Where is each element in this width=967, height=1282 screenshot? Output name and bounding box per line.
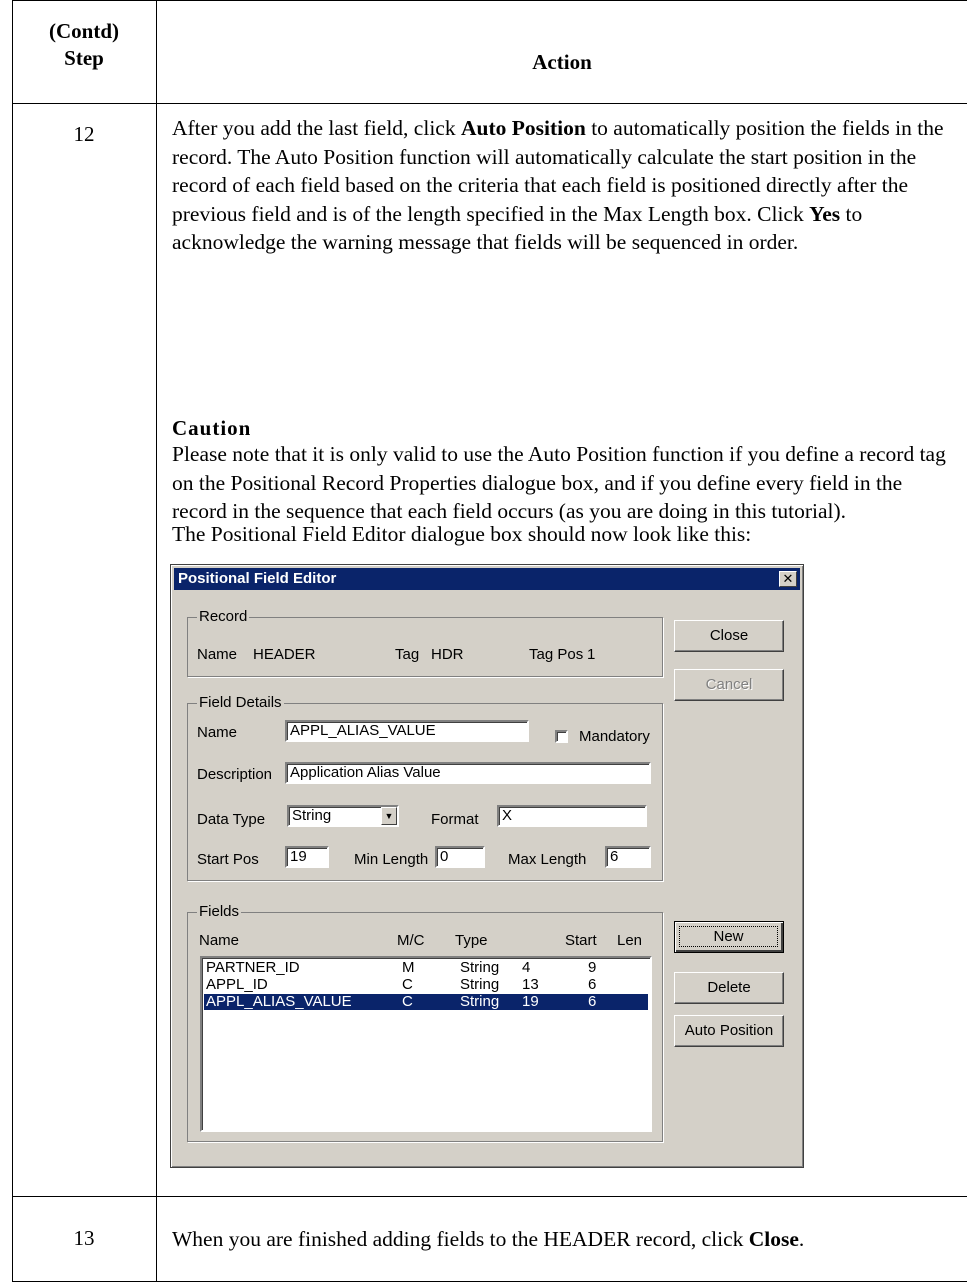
step13-paragraph: When you are finished adding fields to t… — [172, 1225, 962, 1254]
step12-paragraph: After you add the last field, click Auto… — [172, 114, 962, 257]
bold-text: Close — [748, 1227, 799, 1251]
list-item-len: 9 — [588, 959, 597, 976]
step-number-12: 12 — [73, 122, 95, 146]
new-button-label: New — [679, 926, 778, 947]
record-tag-label: Tag — [395, 646, 420, 663]
bold-text: Yes — [809, 201, 841, 226]
mandatory-label: Mandatory — [579, 728, 650, 745]
auto-position-button[interactable]: Auto Position — [674, 1015, 784, 1047]
record-tagpos-value: 1 — [587, 646, 596, 663]
description-label: Description — [197, 766, 273, 783]
delete-button[interactable]: Delete — [674, 972, 784, 1004]
column-header-start: Start — [565, 932, 597, 949]
column-header-len: Len — [617, 932, 643, 949]
cancel-button[interactable]: Cancel — [674, 669, 784, 701]
header-action: Action — [532, 50, 592, 74]
column-header-mc: M/C — [397, 932, 425, 949]
step-number-13: 13 — [73, 1226, 95, 1250]
caution-title: Caution — [172, 416, 252, 440]
dialog-lead-in: The Positional Field Editor dialogue box… — [172, 522, 752, 546]
record-name-label: Name — [197, 646, 238, 663]
list-item[interactable]: APPL_ALIAS_VALUE C String 19 6 — [204, 994, 648, 1010]
description-input[interactable]: Application Alias Value — [285, 762, 651, 784]
list-item-start: 19 — [522, 993, 539, 1010]
mandatory-checkbox[interactable] — [555, 730, 568, 743]
text-run: . — [798, 1227, 805, 1251]
list-item-name: PARTNER_ID — [206, 959, 300, 976]
new-button[interactable]: New — [674, 921, 784, 953]
dialog-title: Positional Field Editor — [178, 570, 337, 587]
list-item-type: String — [460, 993, 500, 1010]
maxlength-input[interactable]: 6 — [605, 846, 651, 868]
field-details-group-label: Field Details — [197, 694, 284, 711]
format-input[interactable]: X — [497, 805, 647, 827]
minlength-label: Min Length — [354, 851, 429, 868]
caution-text: Please note that it is only valid to use… — [172, 442, 946, 523]
minlength-input[interactable]: 0 — [435, 846, 485, 868]
text-run: When you are finished adding fields to t… — [172, 1227, 749, 1251]
list-item[interactable]: APPL_ID C String 13 6 — [204, 977, 648, 993]
list-item-name: APPL_ID — [206, 976, 268, 993]
datatype-label: Data Type — [197, 811, 266, 828]
table-left-border — [12, 0, 13, 1282]
list-item-len: 6 — [588, 976, 597, 993]
close-icon[interactable]: ✕ — [779, 571, 797, 587]
field-name-label: Name — [197, 724, 238, 741]
header-step-text: (Contd) Step — [48, 19, 119, 70]
list-item-start: 13 — [522, 976, 539, 993]
maxlength-label: Max Length — [508, 851, 587, 868]
list-item-mc: C — [402, 993, 413, 1010]
startpos-label: Start Pos — [197, 851, 259, 868]
list-item-type: String — [460, 959, 500, 976]
startpos-input[interactable]: 19 — [285, 846, 329, 868]
record-tagpos-label: Tag Pos — [529, 646, 584, 663]
fields-list[interactable]: PARTNER_ID M String 4 9 APPL_ID C String 13 6 APPL… — [200, 956, 652, 1132]
list-item-mc: M — [402, 959, 415, 976]
record-group-label: Record — [197, 608, 250, 625]
format-label: Format — [431, 811, 479, 828]
field-name-input[interactable]: APPL_ALIAS_VALUE — [285, 720, 529, 742]
list-item[interactable]: PARTNER_ID M String 4 9 — [204, 960, 648, 976]
datatype-select-value: String — [292, 807, 332, 824]
list-item-type: String — [460, 976, 500, 993]
record-tag-value: HDR — [431, 646, 464, 663]
close-button[interactable]: Close — [674, 620, 784, 652]
positional-field-editor-dialog: Positional Field Editor ✕ Record Name HE… — [170, 564, 804, 1168]
column-header-name: Name — [199, 932, 240, 949]
column-divider — [156, 0, 157, 1282]
record-name-value: HEADER — [253, 646, 316, 663]
column-header-type: Type — [455, 932, 488, 949]
list-item-mc: C — [402, 976, 413, 993]
fields-group-label: Fields — [197, 903, 242, 920]
datatype-select[interactable]: String ▼ — [287, 805, 399, 827]
bold-text: Auto Position — [460, 116, 586, 140]
dialog-titlebar: Positional Field Editor ✕ — [174, 568, 800, 590]
text-run: After you add the last field, click — [172, 116, 461, 140]
list-item-len: 6 — [588, 993, 597, 1010]
chevron-down-icon[interactable]: ▼ — [381, 807, 397, 825]
list-item-start: 4 — [522, 959, 531, 976]
list-item-name: APPL_ALIAS_VALUE — [206, 993, 352, 1010]
header-step: (Contd) Step — [12, 18, 156, 72]
